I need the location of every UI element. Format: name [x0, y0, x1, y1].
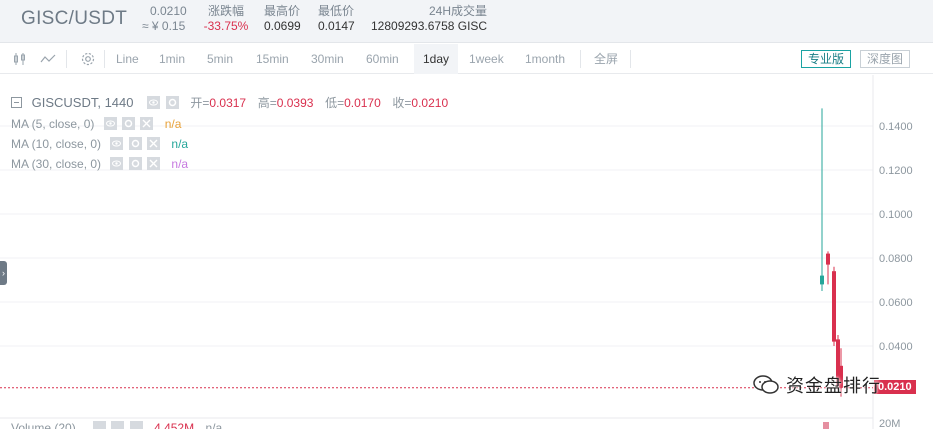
eye-icon[interactable] — [103, 117, 117, 131]
candles — [820, 108, 843, 397]
close-icon[interactable] — [129, 421, 143, 429]
eye-icon[interactable] — [93, 421, 107, 429]
interval-1min[interactable]: 1min — [153, 44, 191, 74]
interval-15min[interactable]: 15min — [250, 44, 295, 74]
ma30-label: MA (30, close, 0) — [11, 156, 102, 171]
candle-body — [820, 275, 824, 285]
toolbar-divider — [66, 50, 67, 68]
volume-bar — [823, 422, 829, 429]
close-icon[interactable] — [147, 157, 161, 171]
interval-1month[interactable]: 1month — [519, 44, 571, 74]
volume-label: 24H成交量 — [428, 4, 487, 18]
close-label: 收= — [392, 96, 412, 111]
low-stat: 最低价 0.0147 — [318, 4, 355, 34]
eye-icon[interactable] — [110, 137, 124, 151]
symbol-label: GISCUSDT, 1440 — [31, 95, 134, 111]
side-panel-toggle[interactable]: › — [0, 261, 7, 285]
interval-60min[interactable]: 60min — [360, 44, 405, 74]
interval-1week[interactable]: 1week — [463, 44, 510, 74]
low-value: 0.0170 — [344, 95, 381, 110]
high-value: 0.0699 — [264, 19, 301, 33]
eye-icon[interactable] — [147, 96, 161, 110]
fullscreen-button[interactable]: 全屏 — [588, 44, 624, 74]
close-icon[interactable] — [140, 117, 154, 131]
collapse-icon[interactable] — [11, 97, 22, 109]
interval-1day[interactable]: 1day — [414, 44, 458, 74]
change-value: -33.75% — [203, 19, 249, 33]
watermark: 资金盘排行 — [752, 372, 881, 401]
cny-price: ≈ ¥ 0.15 — [142, 19, 186, 33]
settings-icon[interactable] — [165, 96, 179, 110]
volume-ma-value: n/a — [205, 420, 223, 429]
close-value: 0.0210 — [411, 95, 449, 110]
candlestick-icon[interactable] — [12, 51, 28, 67]
last-price-block: 0.0210 ≈ ¥ 0.15 — [142, 4, 187, 34]
open-value: 0.0317 — [209, 95, 247, 110]
high-label: 最高价 — [264, 4, 301, 18]
toolbar-divider — [104, 50, 105, 68]
watermark-text: 资金盘排行 — [786, 376, 882, 397]
high-stat: 最高价 0.0699 — [264, 4, 301, 34]
settings-icon[interactable] — [122, 117, 136, 131]
gear-icon[interactable] — [80, 51, 96, 67]
toolbar-divider — [630, 50, 631, 68]
price-tick: 0.0400 — [879, 341, 913, 353]
high-label: 高= — [257, 96, 277, 111]
ma30-value: n/a — [171, 156, 189, 171]
toolbar-divider — [580, 50, 581, 68]
pro-mode-button[interactable]: 专业版 — [801, 50, 852, 68]
interval-5min[interactable]: 5min — [201, 44, 239, 74]
ma5-label: MA (5, close, 0) — [11, 116, 95, 131]
interval-30min[interactable]: 30min — [305, 44, 350, 74]
ma30-legend: MA (30, close, 0) n/a — [11, 156, 188, 171]
low-label: 低= — [325, 96, 345, 111]
ma10-label: MA (10, close, 0) — [11, 136, 102, 151]
settings-icon[interactable] — [128, 137, 142, 151]
price-tick: 0.1000 — [879, 209, 913, 221]
price-tick: 0.1200 — [879, 165, 913, 177]
high-value: 0.0393 — [276, 95, 314, 110]
ma10-value: n/a — [171, 136, 189, 151]
volume-tick: 20M — [879, 418, 900, 429]
line-chart-icon[interactable] — [40, 51, 56, 67]
settings-icon[interactable] — [128, 157, 142, 171]
ma10-legend: MA (10, close, 0) n/a — [11, 136, 188, 151]
price-tick: 0.0600 — [879, 297, 913, 309]
eye-icon[interactable] — [110, 157, 124, 171]
volume-label: Volume (20) — [11, 420, 76, 429]
volume-value: 4.452M — [154, 420, 195, 429]
low-label: 最低价 — [318, 4, 355, 18]
low-value: 0.0147 — [318, 19, 355, 33]
candle-body — [826, 253, 830, 265]
ma5-value: n/a — [164, 116, 182, 131]
ma5-legend: MA (5, close, 0) n/a — [11, 116, 181, 131]
close-icon[interactable] — [147, 137, 161, 151]
price-tick: 0.1400 — [879, 121, 913, 133]
wechat-icon — [752, 374, 780, 401]
ticker-bar: GISC/USDT 0.0210 ≈ ¥ 0.15 涨跌幅 -33.75% 最高… — [0, 0, 933, 43]
volume-legend: Volume (20) 4.452M n/a — [11, 420, 222, 429]
change-stat: 涨跌幅 -33.75% — [203, 4, 249, 34]
candle-body — [832, 271, 836, 342]
last-price: 0.0210 — [150, 4, 187, 18]
pair-title: GISC/USDT — [21, 8, 128, 29]
interval-line[interactable]: Line — [110, 44, 145, 74]
depth-chart-button[interactable]: 深度图 — [860, 50, 911, 68]
price-tick: 0.0800 — [879, 253, 913, 265]
volume-value: 12809293.6758 GISC — [371, 19, 488, 33]
change-label: 涨跌幅 — [207, 4, 244, 18]
volume-stat: 24H成交量 12809293.6758 GISC — [371, 4, 501, 34]
open-label: 开= — [190, 96, 210, 111]
symbol-legend: GISCUSDT, 1440 开=0.0317 高=0.0393 低=0.017… — [11, 94, 448, 111]
chart-toolbar: Line 1min 5min 15min 30min 60min 1day 1w… — [0, 44, 933, 74]
settings-icon[interactable] — [111, 421, 125, 429]
